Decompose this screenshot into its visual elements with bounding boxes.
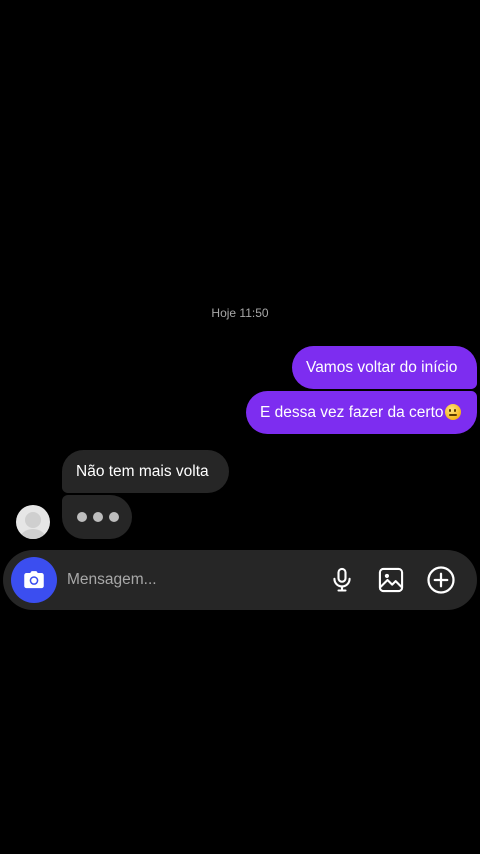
- typing-dot: [93, 512, 103, 522]
- outgoing-message[interactable]: Vamos voltar do início: [292, 346, 477, 389]
- chat-timestamp: Hoje 11:50: [211, 306, 269, 320]
- gallery-button[interactable]: [375, 564, 407, 596]
- incoming-message[interactable]: Não tem mais volta: [62, 450, 229, 493]
- message-text: E dessa vez fazer da certo: [260, 404, 444, 421]
- microphone-icon: [333, 567, 351, 592]
- contact-avatar[interactable]: [16, 505, 50, 539]
- message-text: Não tem mais volta: [76, 463, 209, 480]
- camera-icon: [24, 571, 44, 589]
- message-composer: [3, 550, 477, 610]
- smiling-face-emoji-icon: [444, 404, 461, 420]
- outgoing-message[interactable]: E dessa vez fazer da certo: [246, 391, 477, 434]
- typing-dot: [109, 512, 119, 522]
- chat-screen: Hoje 11:50 Vamos voltar do início E dess…: [0, 0, 480, 854]
- message-input[interactable]: [67, 550, 317, 610]
- microphone-button[interactable]: [326, 564, 358, 596]
- more-options-button[interactable]: [425, 564, 457, 596]
- camera-button[interactable]: [11, 557, 57, 603]
- typing-indicator: [62, 495, 132, 539]
- plus-circle-icon: [427, 566, 455, 594]
- gallery-icon: [378, 567, 404, 593]
- message-text: Vamos voltar do início: [306, 359, 458, 376]
- typing-dot: [77, 512, 87, 522]
